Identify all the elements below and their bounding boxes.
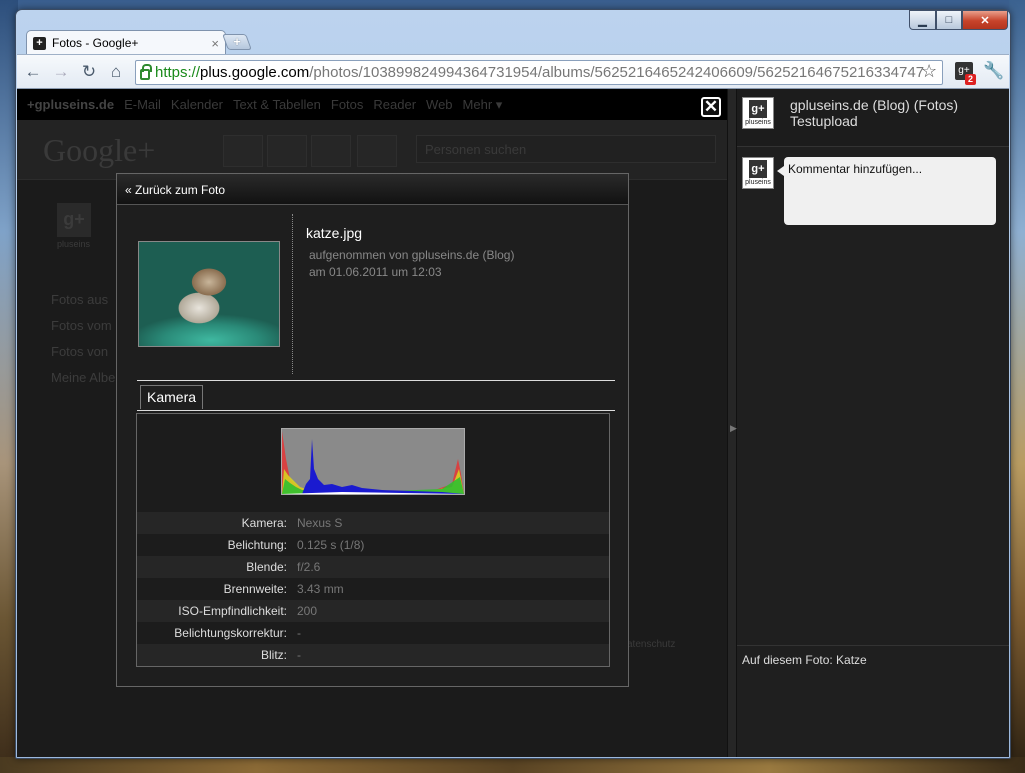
album-title[interactable]: gpluseins.de (Blog) (Fotos) Testupload xyxy=(790,97,1000,129)
back-to-photo-link[interactable]: « Zurück zum Foto xyxy=(117,174,628,205)
tagged-in-photo-text: Auf diesem Foto: Katze xyxy=(737,645,1009,757)
notification-badge: 2 xyxy=(965,74,976,85)
gplus-favicon-icon: + xyxy=(33,36,46,50)
histogram xyxy=(281,428,465,495)
browser-tab[interactable]: + Fotos - Google+ × xyxy=(26,30,226,55)
dotted-divider xyxy=(292,214,293,374)
plus-icon: + xyxy=(233,34,241,49)
taken-date-text: am 01.06.2011 um 12:03 xyxy=(309,265,442,279)
album-owner-avatar[interactable]: g+ pluseins xyxy=(742,97,774,129)
photos-nav-icon[interactable] xyxy=(267,135,307,167)
page-content: +gpluseins.de E-Mail Kalender Text & Tab… xyxy=(17,89,1009,757)
camera-panel: Kamera: Nexus S Belichtung: 0.125 s (1/8) … xyxy=(136,413,610,667)
file-name: katze.jpg xyxy=(306,225,363,241)
maximize-button[interactable]: □ xyxy=(936,10,962,30)
commenter-avatar: g+ pluseins xyxy=(742,157,774,189)
gbar-item[interactable]: Fotos xyxy=(331,97,364,112)
exif-row: ISO-Empfindlichkeit: 200 xyxy=(137,600,609,622)
exif-row: Belichtung: 0.125 s (1/8) xyxy=(227,538,365,552)
people-search-input[interactable]: Personen suchen xyxy=(416,135,716,163)
gbar-item[interactable]: Mehr ▾ xyxy=(463,97,503,113)
profile-nav-icon[interactable] xyxy=(311,135,351,167)
panel-header: g+ pluseins gpluseins.de (Blog) (Fotos) … xyxy=(737,89,1009,147)
minimize-button[interactable]: ▁ xyxy=(909,10,936,30)
gplus-logo-icon: g+ xyxy=(749,160,767,178)
exif-row: Brennweite: 3.43 mm xyxy=(223,582,344,596)
home-icon[interactable]: ⌂ xyxy=(106,62,126,82)
forward-arrow-icon[interactable]: → xyxy=(51,62,71,82)
home-nav-icon[interactable] xyxy=(223,135,263,167)
close-overlay-icon[interactable]: ✕ xyxy=(701,97,721,117)
taken-by-text: aufgenommen von gpluseins.de (Blog) xyxy=(309,248,515,262)
comments-panel: g+ pluseins gpluseins.de (Blog) (Fotos) … xyxy=(737,89,1009,757)
google-plus-logo: Google+ xyxy=(43,132,156,168)
avatar-label: pluseins xyxy=(745,179,771,186)
collapse-arrow-icon[interactable]: ▶ xyxy=(730,423,737,434)
gbar-item[interactable]: +gpluseins.de xyxy=(27,97,114,112)
browser-window: ▁ □ ✕ + Fotos - Google+ × + ← → ↻ ⌂ http… xyxy=(15,9,1011,759)
divider xyxy=(137,380,615,381)
bookmark-star-icon[interactable]: ☆ xyxy=(921,61,937,82)
profile-avatar: g+ xyxy=(57,203,91,237)
tab-title: Fotos - Google+ xyxy=(52,36,139,50)
exif-row: Belichtungskorrektur: - xyxy=(174,626,301,640)
tab-close-icon[interactable]: × xyxy=(211,36,219,51)
gbar-item[interactable]: Kalender xyxy=(171,97,223,112)
profile-avatar-label: pluseins xyxy=(57,239,91,249)
gplus-header: Google+ Personen suchen xyxy=(17,120,727,180)
wrench-icon[interactable]: 🔧 xyxy=(983,61,1004,81)
exif-row: Blitz: - xyxy=(137,644,609,666)
reload-icon[interactable]: ↻ xyxy=(79,62,99,82)
browser-toolbar: ← → ↻ ⌂ https://plus.google.com/photos/1… xyxy=(17,54,1009,89)
close-window-button[interactable]: ✕ xyxy=(962,10,1008,30)
photo-details-dialog: « Zurück zum Foto katze.jpg aufgenommen … xyxy=(116,173,629,687)
exif-row: Blende: f/2.6 xyxy=(137,556,609,578)
new-tab-button[interactable]: + xyxy=(222,34,252,50)
divider xyxy=(137,410,615,411)
sidebar-item[interactable]: Meine Alben xyxy=(51,370,123,385)
gbar-item[interactable]: Web xyxy=(426,97,453,112)
window-controls: ▁ □ ✕ xyxy=(909,10,1008,30)
gbar-item[interactable]: Reader xyxy=(373,97,416,112)
photo-thumbnail[interactable] xyxy=(138,241,280,347)
gplus-logo-icon: g+ xyxy=(749,100,767,118)
tab-camera[interactable]: Kamera xyxy=(140,385,204,409)
desktop-background-right xyxy=(1009,0,1025,773)
desktop-background-bottom xyxy=(0,757,1025,773)
back-arrow-icon[interactable]: ← xyxy=(23,62,43,82)
address-bar[interactable]: https://plus.google.com/photos/103899824… xyxy=(135,60,943,85)
gbar-item[interactable]: Text & Tabellen xyxy=(233,97,321,112)
lock-icon xyxy=(140,64,152,80)
google-bar: +gpluseins.de E-Mail Kalender Text & Tab… xyxy=(17,89,727,120)
sidebar-item[interactable]: Fotos vom xyxy=(51,318,112,333)
sidebar-item[interactable]: Fotos aus xyxy=(51,292,108,307)
exif-row: Kamera: Nexus S xyxy=(137,512,609,534)
panel-resize-handle[interactable]: ▶ xyxy=(727,89,737,757)
avatar-label: pluseins xyxy=(745,119,771,126)
gbar-item[interactable]: E-Mail xyxy=(124,97,161,112)
footer-link[interactable]: atenschutz xyxy=(627,639,675,650)
comment-input[interactable]: Kommentar hinzufügen... xyxy=(777,157,996,225)
sidebar-item[interactable]: Fotos von xyxy=(51,344,108,359)
circles-nav-icon[interactable] xyxy=(357,135,397,167)
url-text: https://plus.google.com/photos/103899824… xyxy=(155,64,925,81)
